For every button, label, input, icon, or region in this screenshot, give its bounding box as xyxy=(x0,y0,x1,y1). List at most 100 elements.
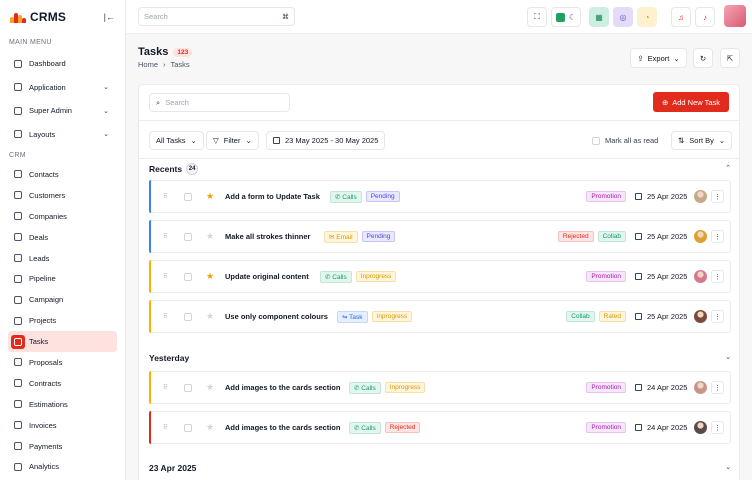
assignee-avatar[interactable] xyxy=(694,310,707,323)
sidebar-item-dashboard[interactable]: Dashboard xyxy=(8,52,117,76)
timer-button[interactable]: ◔ xyxy=(637,7,657,27)
star-icon[interactable]: ★ xyxy=(206,422,214,433)
drag-handle-icon[interactable]: ⠿ xyxy=(163,193,167,200)
assignee-avatar[interactable] xyxy=(694,381,707,394)
notifications-button[interactable]: ♫ xyxy=(671,7,691,27)
drag-handle-icon[interactable]: ⠿ xyxy=(163,313,167,320)
refresh-button[interactable]: ↻ xyxy=(693,48,713,68)
sort-by-label: Sort By xyxy=(689,136,714,145)
chevron-down-icon[interactable]: ⌄ xyxy=(725,353,731,361)
task-row[interactable]: ⠿ ★ Add a form to Update Task ✆ Calls Pendin… xyxy=(149,180,731,213)
task-tags: Rejected Collab xyxy=(557,231,626,242)
task-checkbox[interactable] xyxy=(184,232,192,241)
drag-handle-icon[interactable]: ⠿ xyxy=(163,424,167,431)
apps-button[interactable]: ▦ xyxy=(589,7,609,27)
breadcrumb-home[interactable]: Home xyxy=(138,60,158,69)
sidebar-item-deals[interactable]: Deals xyxy=(8,227,117,248)
task-name[interactable]: Update original content xyxy=(225,272,309,281)
chevron-down-icon[interactable]: ⌄ xyxy=(725,463,731,471)
star-icon[interactable]: ★ xyxy=(206,382,214,393)
assignee-avatar[interactable] xyxy=(694,230,707,243)
fullscreen-button[interactable]: ⛶ xyxy=(527,7,547,27)
task-name[interactable]: Add images to the cards section xyxy=(225,383,340,392)
sidebar-item-projects[interactable]: Projects xyxy=(8,310,117,331)
mark-all-read[interactable]: Mark all as read xyxy=(592,136,658,145)
filter-dropdown[interactable]: ▽ Filter ⌄ xyxy=(206,131,259,150)
sidebar-item-campaign[interactable]: Campaign xyxy=(8,289,117,310)
task-tag-badge-text: Rated xyxy=(603,313,621,320)
task-row[interactable]: ⠿ ★ Use only component colours ⇋ Task Inprog… xyxy=(149,300,731,333)
more-options-icon[interactable]: ⋮ xyxy=(711,230,724,243)
date-range-picker[interactable]: 23 May 2025 - 30 May 2025 xyxy=(266,131,386,150)
sidebar-item-customers[interactable]: Customers xyxy=(8,185,117,206)
sidebar-item-estimations[interactable]: Estimations xyxy=(8,394,117,415)
task-checkbox[interactable] xyxy=(184,192,192,201)
dashboard-icon xyxy=(11,57,25,71)
assignee-avatar[interactable] xyxy=(694,190,707,203)
task-search-input[interactable]: ⌕ Search xyxy=(149,93,290,112)
building-icon xyxy=(11,209,25,223)
user-avatar[interactable] xyxy=(724,5,746,27)
task-tag-badge-text: Rejected xyxy=(562,233,589,240)
moon-icon: ☾ xyxy=(568,12,577,22)
group-recents-header[interactable]: Recents 24 xyxy=(149,163,199,175)
sidebar-item-pipeline[interactable]: Pipeline xyxy=(8,268,117,289)
sidebar-item-proposals[interactable]: Proposals xyxy=(8,352,117,373)
star-icon[interactable]: ★ xyxy=(206,271,214,282)
sidebar-item-companies[interactable]: Companies xyxy=(8,206,117,227)
collapse-sidebar-icon[interactable]: |← xyxy=(104,12,115,22)
group-apr23-header[interactable]: 23 Apr 2025 xyxy=(149,463,196,473)
sidebar-item-leads[interactable]: Leads xyxy=(8,248,117,269)
task-checkbox[interactable] xyxy=(184,383,192,392)
task-name[interactable]: Add a form to Update Task xyxy=(225,192,320,201)
more-options-icon[interactable]: ⋮ xyxy=(711,190,724,203)
sidebar-item-tasks[interactable]: Tasks xyxy=(8,331,117,353)
sidebar-item-super-admin[interactable]: Super Admin ⌄ xyxy=(8,99,117,123)
global-search-input[interactable]: Search ⌘ xyxy=(138,7,295,26)
more-options-icon[interactable]: ⋮ xyxy=(711,381,724,394)
group-yesterday-header[interactable]: Yesterday xyxy=(149,353,189,363)
assignee-avatar[interactable] xyxy=(694,421,707,434)
sidebar-item-invoices[interactable]: Invoices xyxy=(8,415,117,436)
sidebar-item-application[interactable]: Application ⌄ xyxy=(8,76,117,100)
task-name[interactable]: Use only component colours xyxy=(225,312,328,321)
date-range-label: 23 May 2025 - 30 May 2025 xyxy=(285,136,379,145)
settings-button[interactable]: ◎ xyxy=(613,7,633,27)
mark-all-read-checkbox[interactable] xyxy=(592,136,600,145)
sidebar-item-contracts[interactable]: Contracts xyxy=(8,373,117,394)
task-name[interactable]: Make all strokes thinner xyxy=(225,232,310,241)
sidebar-item-analytics[interactable]: Analytics xyxy=(8,456,117,477)
task-checkbox[interactable] xyxy=(184,272,192,281)
star-icon[interactable]: ★ xyxy=(206,191,214,202)
task-name[interactable]: Add images to the cards section xyxy=(225,423,340,432)
collapse-icon: ⇱ xyxy=(726,53,734,63)
alerts-button[interactable]: ♪ xyxy=(695,7,715,27)
task-checkbox[interactable] xyxy=(184,312,192,321)
sort-by-dropdown[interactable]: ⇅ Sort By ⌄ xyxy=(671,131,733,150)
task-row[interactable]: ⠿ ★ Add images to the cards section ✆ Calls… xyxy=(149,411,731,444)
task-row[interactable]: ⠿ ★ Update original content ✆ Calls Inprogre… xyxy=(149,260,731,293)
task-tag-badge-text: Promotion xyxy=(591,384,621,391)
add-new-task-button[interactable]: ⊕ Add New Task xyxy=(653,92,729,112)
collapse-header-button[interactable]: ⇱ xyxy=(720,48,740,68)
sidebar-item-contacts[interactable]: Contacts xyxy=(8,164,117,185)
task-row[interactable]: ⠿ ★ Add images to the cards section ✆ Calls… xyxy=(149,371,731,404)
topbar: Search ⌘ ⛶ ☾ ▦ ◎ ◔ ♫ ♪ xyxy=(126,0,752,34)
sidebar-item-layouts[interactable]: Layouts ⌄ xyxy=(8,123,117,147)
task-checkbox[interactable] xyxy=(184,423,192,432)
drag-handle-icon[interactable]: ⠿ xyxy=(163,384,167,391)
drag-handle-icon[interactable]: ⠿ xyxy=(163,233,167,240)
task-row[interactable]: ⠿ ★ Make all strokes thinner ✉ Email Pending… xyxy=(149,220,731,253)
star-icon[interactable]: ★ xyxy=(206,311,214,322)
drag-handle-icon[interactable]: ⠿ xyxy=(163,273,167,280)
theme-toggle[interactable]: ☾ xyxy=(551,7,581,27)
all-tasks-dropdown[interactable]: All Tasks ⌄ xyxy=(149,131,204,150)
star-icon[interactable]: ★ xyxy=(206,231,214,242)
more-options-icon[interactable]: ⋮ xyxy=(711,270,724,283)
sidebar-item-payments[interactable]: Payments xyxy=(8,436,117,457)
more-options-icon[interactable]: ⋮ xyxy=(711,310,724,323)
chevron-up-icon[interactable]: ⌃ xyxy=(725,164,731,172)
assignee-avatar[interactable] xyxy=(694,270,707,283)
more-options-icon[interactable]: ⋮ xyxy=(711,421,724,434)
export-button[interactable]: ⇪ Export ⌄ xyxy=(630,48,687,68)
